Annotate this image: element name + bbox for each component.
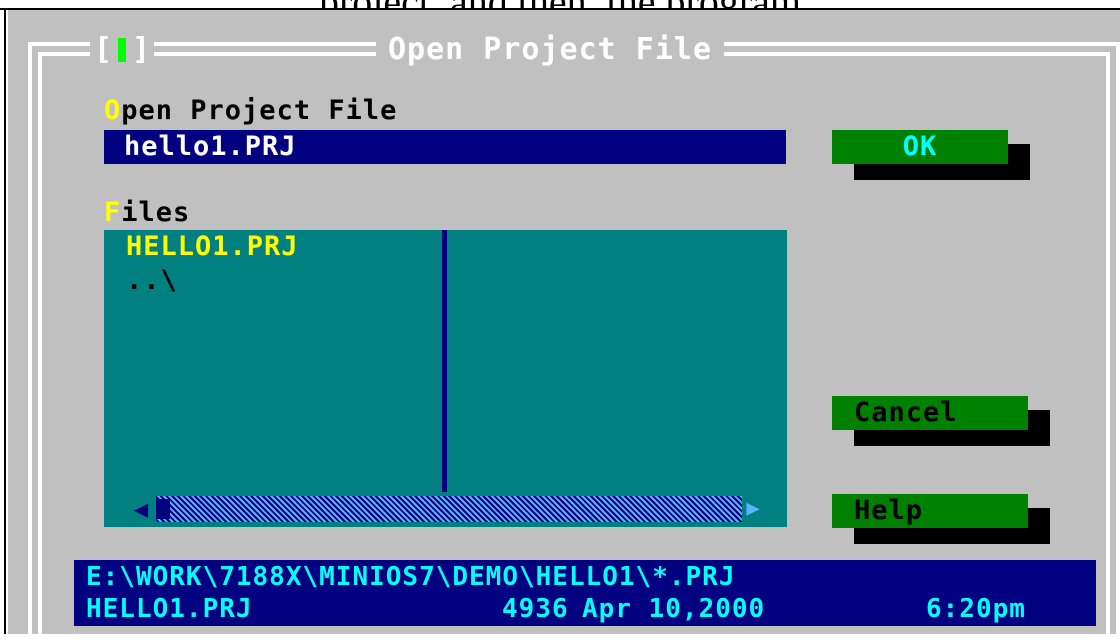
status-path: E:\WORK\7188X\MINIOS7\DEMO\HELLO1\*.PRJ (86, 562, 736, 592)
status-file-date: Apr 10,2000 (582, 594, 766, 624)
page-edge-left (4, 10, 6, 634)
frame-line (1106, 52, 1110, 642)
ok-button[interactable]: OK (832, 130, 1008, 164)
label-text: pen Project File (121, 95, 398, 126)
frame-line (1116, 42, 1120, 642)
close-icon (118, 38, 126, 62)
files-list[interactable]: HELLO1.PRJ ..\ ◀ ▶ (104, 230, 787, 527)
status-file-time: 6:20pm (926, 594, 1026, 624)
column-divider (442, 230, 447, 492)
file-item-parent-dir[interactable]: ..\ (126, 264, 178, 298)
hotkey-letter: O (104, 95, 122, 126)
hotkey-letter: F (104, 197, 122, 228)
filename-input[interactable]: hello1.PRJ (104, 130, 786, 164)
help-button[interactable]: Help (832, 494, 1028, 528)
close-button[interactable]: [ ] (90, 32, 154, 68)
scroll-right-arrow-icon[interactable]: ▶ (742, 496, 764, 522)
frame-line (28, 42, 32, 642)
close-bracket-open: [ (93, 32, 112, 67)
scroll-left-arrow-icon[interactable]: ◀ (126, 496, 156, 522)
label-text: iles (121, 197, 191, 228)
dialog-title: Open Project File (376, 32, 725, 68)
file-item-hello1-prj[interactable]: HELLO1.PRJ (126, 230, 299, 264)
open-project-dialog: [ ] Open Project File Open Project File … (8, 10, 1120, 642)
status-file-name: HELLO1.PRJ (86, 594, 253, 624)
status-bar: E:\WORK\7188X\MINIOS7\DEMO\HELLO1\*.PRJ … (74, 560, 1096, 626)
status-file-size: 4936 (502, 594, 569, 624)
scroll-thumb[interactable] (156, 499, 170, 519)
horizontal-scrollbar[interactable]: ◀ ▶ (126, 496, 764, 522)
cancel-button[interactable]: Cancel (832, 396, 1028, 430)
open-project-file-label: Open Project File (104, 96, 397, 126)
files-label: Files (104, 198, 190, 228)
close-bracket-close: ] (132, 32, 151, 67)
frame-line (38, 52, 42, 642)
